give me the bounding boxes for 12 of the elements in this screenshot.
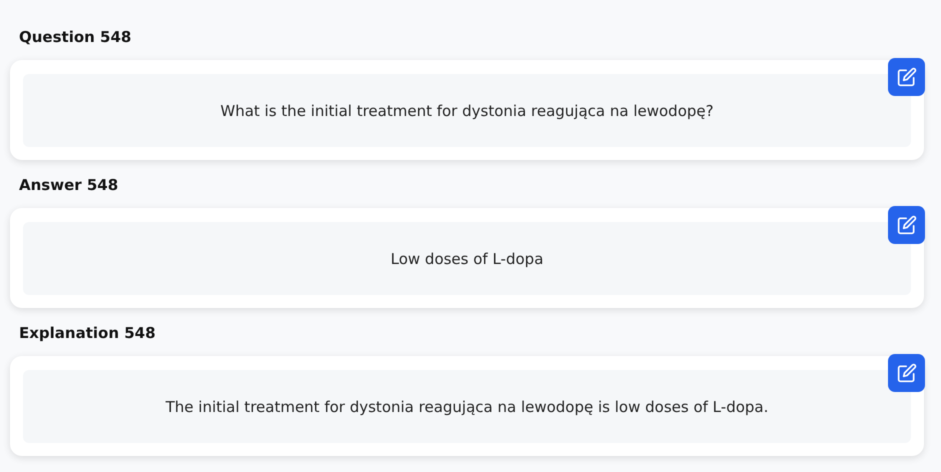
section-heading: Question 548: [19, 27, 132, 48]
content-text: The initial treatment for dystonia reagująca na lewodopę is low doses of L-dopa.: [23, 370, 911, 443]
pencil-icon: [896, 67, 916, 87]
edit-button[interactable]: [888, 206, 925, 244]
section-heading: Explanation 548: [19, 323, 157, 344]
pencil-icon: [896, 363, 916, 383]
edit-button[interactable]: [888, 58, 925, 96]
pencil-icon: [896, 215, 916, 235]
edit-button[interactable]: [888, 354, 925, 392]
content-text: Low doses of L-dopa: [23, 222, 911, 295]
section-heading: Answer 548: [19, 175, 120, 196]
content-text: What is the initial treatment for dystonia reagująca na lewodopę?: [23, 74, 911, 147]
